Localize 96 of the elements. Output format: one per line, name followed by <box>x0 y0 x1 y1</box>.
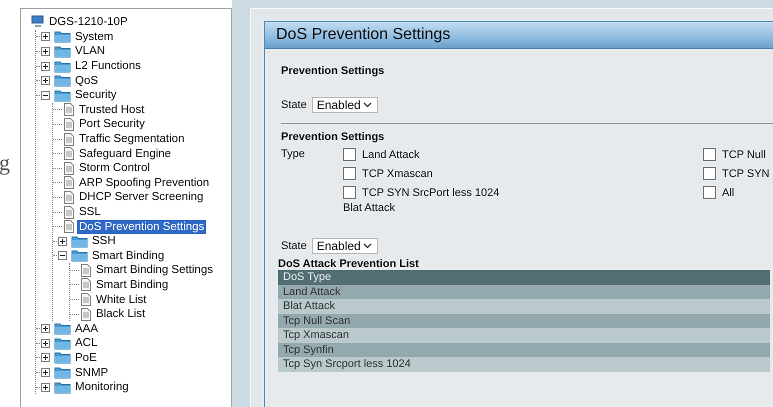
tree-item[interactable]: Black List <box>94 307 148 322</box>
document-icon <box>63 118 75 131</box>
folder-icon <box>54 60 71 73</box>
tree-item[interactable]: Port Security <box>77 117 147 132</box>
tree-item[interactable]: QoS <box>73 74 100 88</box>
folder-icon <box>54 44 71 58</box>
expand-icon[interactable] <box>58 236 67 246</box>
document-icon <box>63 206 75 219</box>
folder-icon <box>54 366 71 380</box>
table-cell: Tcp Synfin <box>278 342 770 357</box>
document-icon <box>80 308 92 321</box>
edge-text: g <box>0 150 10 176</box>
checkbox-label: TCP SYN <box>722 168 770 180</box>
checkbox[interactable] <box>703 167 716 180</box>
document-icon <box>63 176 75 190</box>
expand-icon[interactable] <box>41 353 50 362</box>
expand-icon[interactable] <box>41 338 50 348</box>
document-icon <box>63 190 75 204</box>
tree-item[interactable]: DoS Prevention Settings <box>77 220 206 234</box>
folder-icon <box>54 351 71 364</box>
checkbox[interactable] <box>703 148 716 161</box>
folder-icon <box>54 30 71 44</box>
checkbox-label: TCP Xmascan <box>362 168 433 180</box>
tree-item[interactable]: Smart Binding <box>90 248 166 263</box>
folder-icon <box>54 74 71 88</box>
tree-item[interactable]: DHCP Server Screening <box>77 190 206 204</box>
folder-icon <box>54 380 71 394</box>
expand-icon[interactable] <box>41 368 50 378</box>
expand-icon[interactable] <box>41 62 50 71</box>
state-dropdown[interactable]: Enabled <box>312 97 378 113</box>
checkbox[interactable] <box>343 186 356 199</box>
checkbox-label: TCP SYN SrcPort less 1024 <box>362 186 500 198</box>
document-icon <box>63 103 75 116</box>
tree-item[interactable]: SSL <box>77 205 103 220</box>
tree-item[interactable]: DGS-1210-10P <box>47 15 130 30</box>
checkbox[interactable] <box>343 148 356 161</box>
document-icon <box>63 220 75 234</box>
checkbox-label: Land Attack <box>362 148 420 160</box>
checkbox-label: TCP Null <box>722 148 766 160</box>
computer-icon <box>31 15 45 30</box>
tree-item[interactable]: SNMP <box>73 366 110 380</box>
tree-item[interactable]: SSH <box>90 234 118 248</box>
folder-icon <box>71 234 88 248</box>
tree-item[interactable]: ACL <box>73 336 100 350</box>
folder-icon <box>54 88 71 102</box>
tree-item[interactable]: L2 Functions <box>73 59 143 74</box>
chevron-icon <box>362 102 372 108</box>
column-header: DoS Type <box>278 270 770 284</box>
section-heading: Prevention Settings <box>281 65 386 77</box>
tree-item[interactable]: Traffic Segmentation <box>77 132 186 146</box>
table-cell: Blat Attack <box>278 299 770 314</box>
tree-item[interactable]: Security <box>73 88 119 102</box>
document-icon <box>80 293 92 306</box>
collapse-icon[interactable] <box>58 251 67 260</box>
document-icon <box>63 132 75 146</box>
checkbox-label: All <box>722 186 734 198</box>
checkbox[interactable] <box>703 186 716 199</box>
section-heading: Prevention Settings <box>281 131 386 143</box>
chevron-icon <box>362 243 372 249</box>
folder-icon <box>54 322 71 336</box>
expand-icon[interactable] <box>41 32 50 42</box>
type-label: Type <box>281 148 306 161</box>
document-icon <box>80 278 92 292</box>
collapse-icon[interactable] <box>41 90 50 100</box>
document-icon <box>63 147 75 160</box>
tree-item[interactable]: AAA <box>73 322 100 336</box>
table-cell: Tcp Null Scan <box>278 314 770 328</box>
tree-item[interactable]: System <box>73 30 116 44</box>
tree-item[interactable]: Storm Control <box>77 161 152 176</box>
tree-item[interactable]: Smart Binding Settings <box>94 263 215 278</box>
tree-item[interactable]: ARP Spoofing Prevention <box>77 176 212 190</box>
document-icon <box>63 162 75 175</box>
tree-item[interactable]: Safeguard Engine <box>77 146 174 161</box>
list-title: DoS Attack Prevention List <box>278 258 420 270</box>
expand-icon[interactable] <box>41 382 50 392</box>
checkbox[interactable] <box>343 167 356 180</box>
tree-item[interactable]: PoE <box>73 350 99 365</box>
note-text: Blat Attack <box>343 202 396 214</box>
table-cell: Tcp Syn Srcport less 1024 <box>278 357 770 372</box>
tree-item[interactable]: Smart Binding <box>94 278 170 292</box>
tree-item[interactable]: VLAN <box>73 44 108 58</box>
expand-icon[interactable] <box>41 324 50 334</box>
tree-item[interactable]: Trusted Host <box>77 102 146 117</box>
tree-item[interactable]: Monitoring <box>73 380 131 394</box>
folder-icon <box>54 336 71 350</box>
folder-icon <box>71 249 88 262</box>
state-label: State <box>281 99 307 111</box>
expand-icon[interactable] <box>41 46 50 56</box>
state-dropdown[interactable]: Enabled <box>312 238 378 254</box>
table-cell: Tcp Xmascan <box>278 328 770 342</box>
document-icon <box>80 264 92 277</box>
tree-item[interactable]: White List <box>94 292 148 307</box>
expand-icon[interactable] <box>41 76 50 86</box>
panel-title: DoS Prevention Settings <box>265 22 773 49</box>
state-label: State <box>281 240 307 252</box>
table-cell: Land Attack <box>278 284 770 299</box>
